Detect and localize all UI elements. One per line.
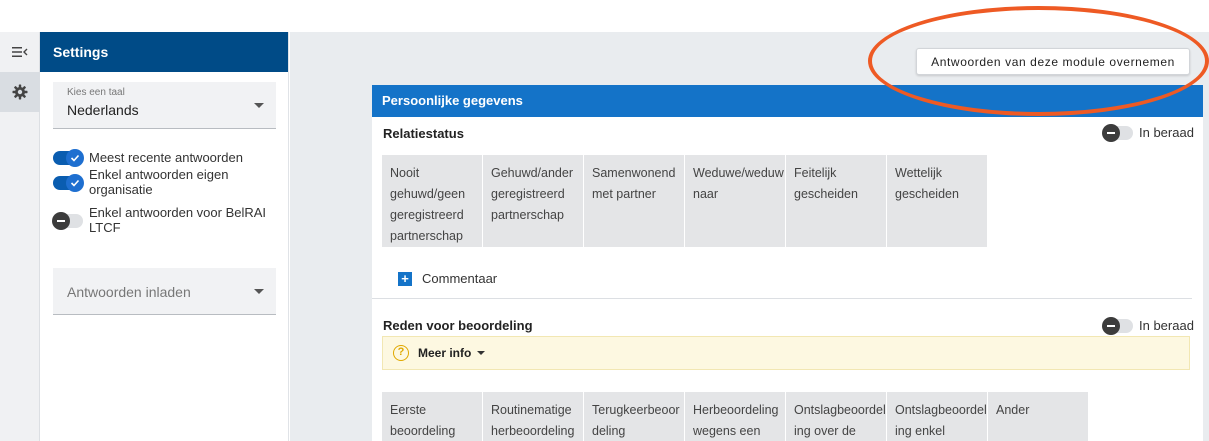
toggle-row-own-org: Enkel antwoorden eigen organisatie (53, 167, 253, 197)
toggle-recent-answers[interactable] (53, 149, 84, 167)
module-title: Persoonlijke gegevens (372, 85, 1203, 117)
settings-rail-button[interactable] (0, 72, 40, 112)
in-beraad-switch[interactable] (1102, 316, 1133, 335)
section-title-reden: Reden voor beoordeling (383, 318, 533, 333)
collapse-menu-icon (12, 47, 28, 57)
option-ontslag-enkel[interactable]: Ontslagbeoordeling enkel (887, 392, 987, 441)
in-beraad-switch[interactable] (1102, 123, 1133, 142)
chevron-down-icon (254, 103, 264, 108)
in-beraad-toggle-reden[interactable]: In beraad (1102, 316, 1194, 335)
check-icon (66, 174, 84, 192)
option-eerste-beoordeling[interactable]: Eerste beoordeling (382, 392, 482, 441)
option-ontslag-over[interactable]: Ontslagbeoordeling over de (786, 392, 886, 441)
option-nooit-gehuwd[interactable]: Nooit gehuwd/geen geregistreerd partners… (382, 155, 482, 247)
in-beraad-label: In beraad (1139, 125, 1194, 140)
section-divider (372, 298, 1192, 299)
minus-icon (52, 212, 70, 230)
option-wettelijk-gescheiden[interactable]: Wettelijk gescheiden (887, 155, 987, 247)
gear-icon (12, 84, 28, 100)
toggle-own-organisation-label: Enkel antwoorden eigen organisatie (89, 167, 229, 197)
in-beraad-label: In beraad (1139, 318, 1194, 333)
minus-icon (1102, 316, 1120, 335)
toggle-row-recent: Meest recente antwoorden (53, 149, 243, 167)
plus-icon: + (398, 271, 412, 286)
minus-icon (1102, 123, 1120, 142)
language-select-value: Nederlands (67, 102, 139, 118)
settings-title: Settings (40, 32, 288, 72)
module-card: Persoonlijke gegevens (372, 85, 1203, 441)
settings-panel: Settings Kies een taal Nederlands Meest … (40, 32, 289, 441)
load-answers-placeholder: Antwoorden inladen (67, 284, 191, 300)
toggle-row-belrai: Enkel antwoorden voor BelRAI LTCF (52, 205, 278, 235)
comment-button[interactable]: + Commentaar (398, 271, 497, 286)
toggle-belrai-ltcf-label: Enkel antwoorden voor BelRAI LTCF (89, 205, 267, 235)
option-terugkeer[interactable]: Terugkeerbeoordeling (584, 392, 684, 441)
option-samenwonend[interactable]: Samenwonend met partner (584, 155, 684, 247)
option-ander[interactable]: Ander (988, 392, 1088, 441)
question-icon: ? (393, 345, 409, 361)
collapse-menu-button[interactable] (0, 32, 40, 72)
toggle-recent-answers-label: Meest recente antwoorden (89, 150, 243, 165)
option-weduwe[interactable]: Weduwe/weduwnaar (685, 155, 785, 247)
take-over-answers-button[interactable]: Antwoorden van deze module overnemen (916, 48, 1190, 75)
comment-label: Commentaar (422, 271, 498, 286)
toggle-belrai-ltcf[interactable] (52, 212, 83, 230)
language-select-label: Kies een taal (67, 87, 125, 98)
check-icon (66, 149, 84, 167)
in-beraad-toggle-relatiestatus[interactable]: In beraad (1102, 123, 1194, 142)
option-gehuwd[interactable]: Gehuwd/ander geregistreerd partnerschap (483, 155, 583, 247)
language-select[interactable]: Kies een taal Nederlands (53, 82, 276, 129)
more-info-label: Meer info (418, 346, 472, 360)
option-routinematige[interactable]: Routinematige herbeoordeling (483, 392, 583, 441)
chevron-down-icon (254, 289, 264, 294)
toggle-own-organisation[interactable] (53, 174, 84, 192)
section-title-relatiestatus: Relatiestatus (383, 126, 464, 141)
icon-rail (0, 32, 40, 441)
option-herbeoordeling[interactable]: Herbeoordeling wegens een (685, 392, 785, 441)
reden-options: Eerste beoordeling Routinematige herbeoo… (382, 392, 1088, 441)
chevron-down-icon (477, 351, 486, 355)
option-feitelijk-gescheiden[interactable]: Feitelijk gescheiden (786, 155, 886, 247)
relatiestatus-options: Nooit gehuwd/geen geregistreerd partners… (382, 155, 987, 247)
load-answers-select[interactable]: Antwoorden inladen (53, 268, 276, 315)
more-info-bar[interactable]: ? Meer info (382, 336, 1190, 370)
